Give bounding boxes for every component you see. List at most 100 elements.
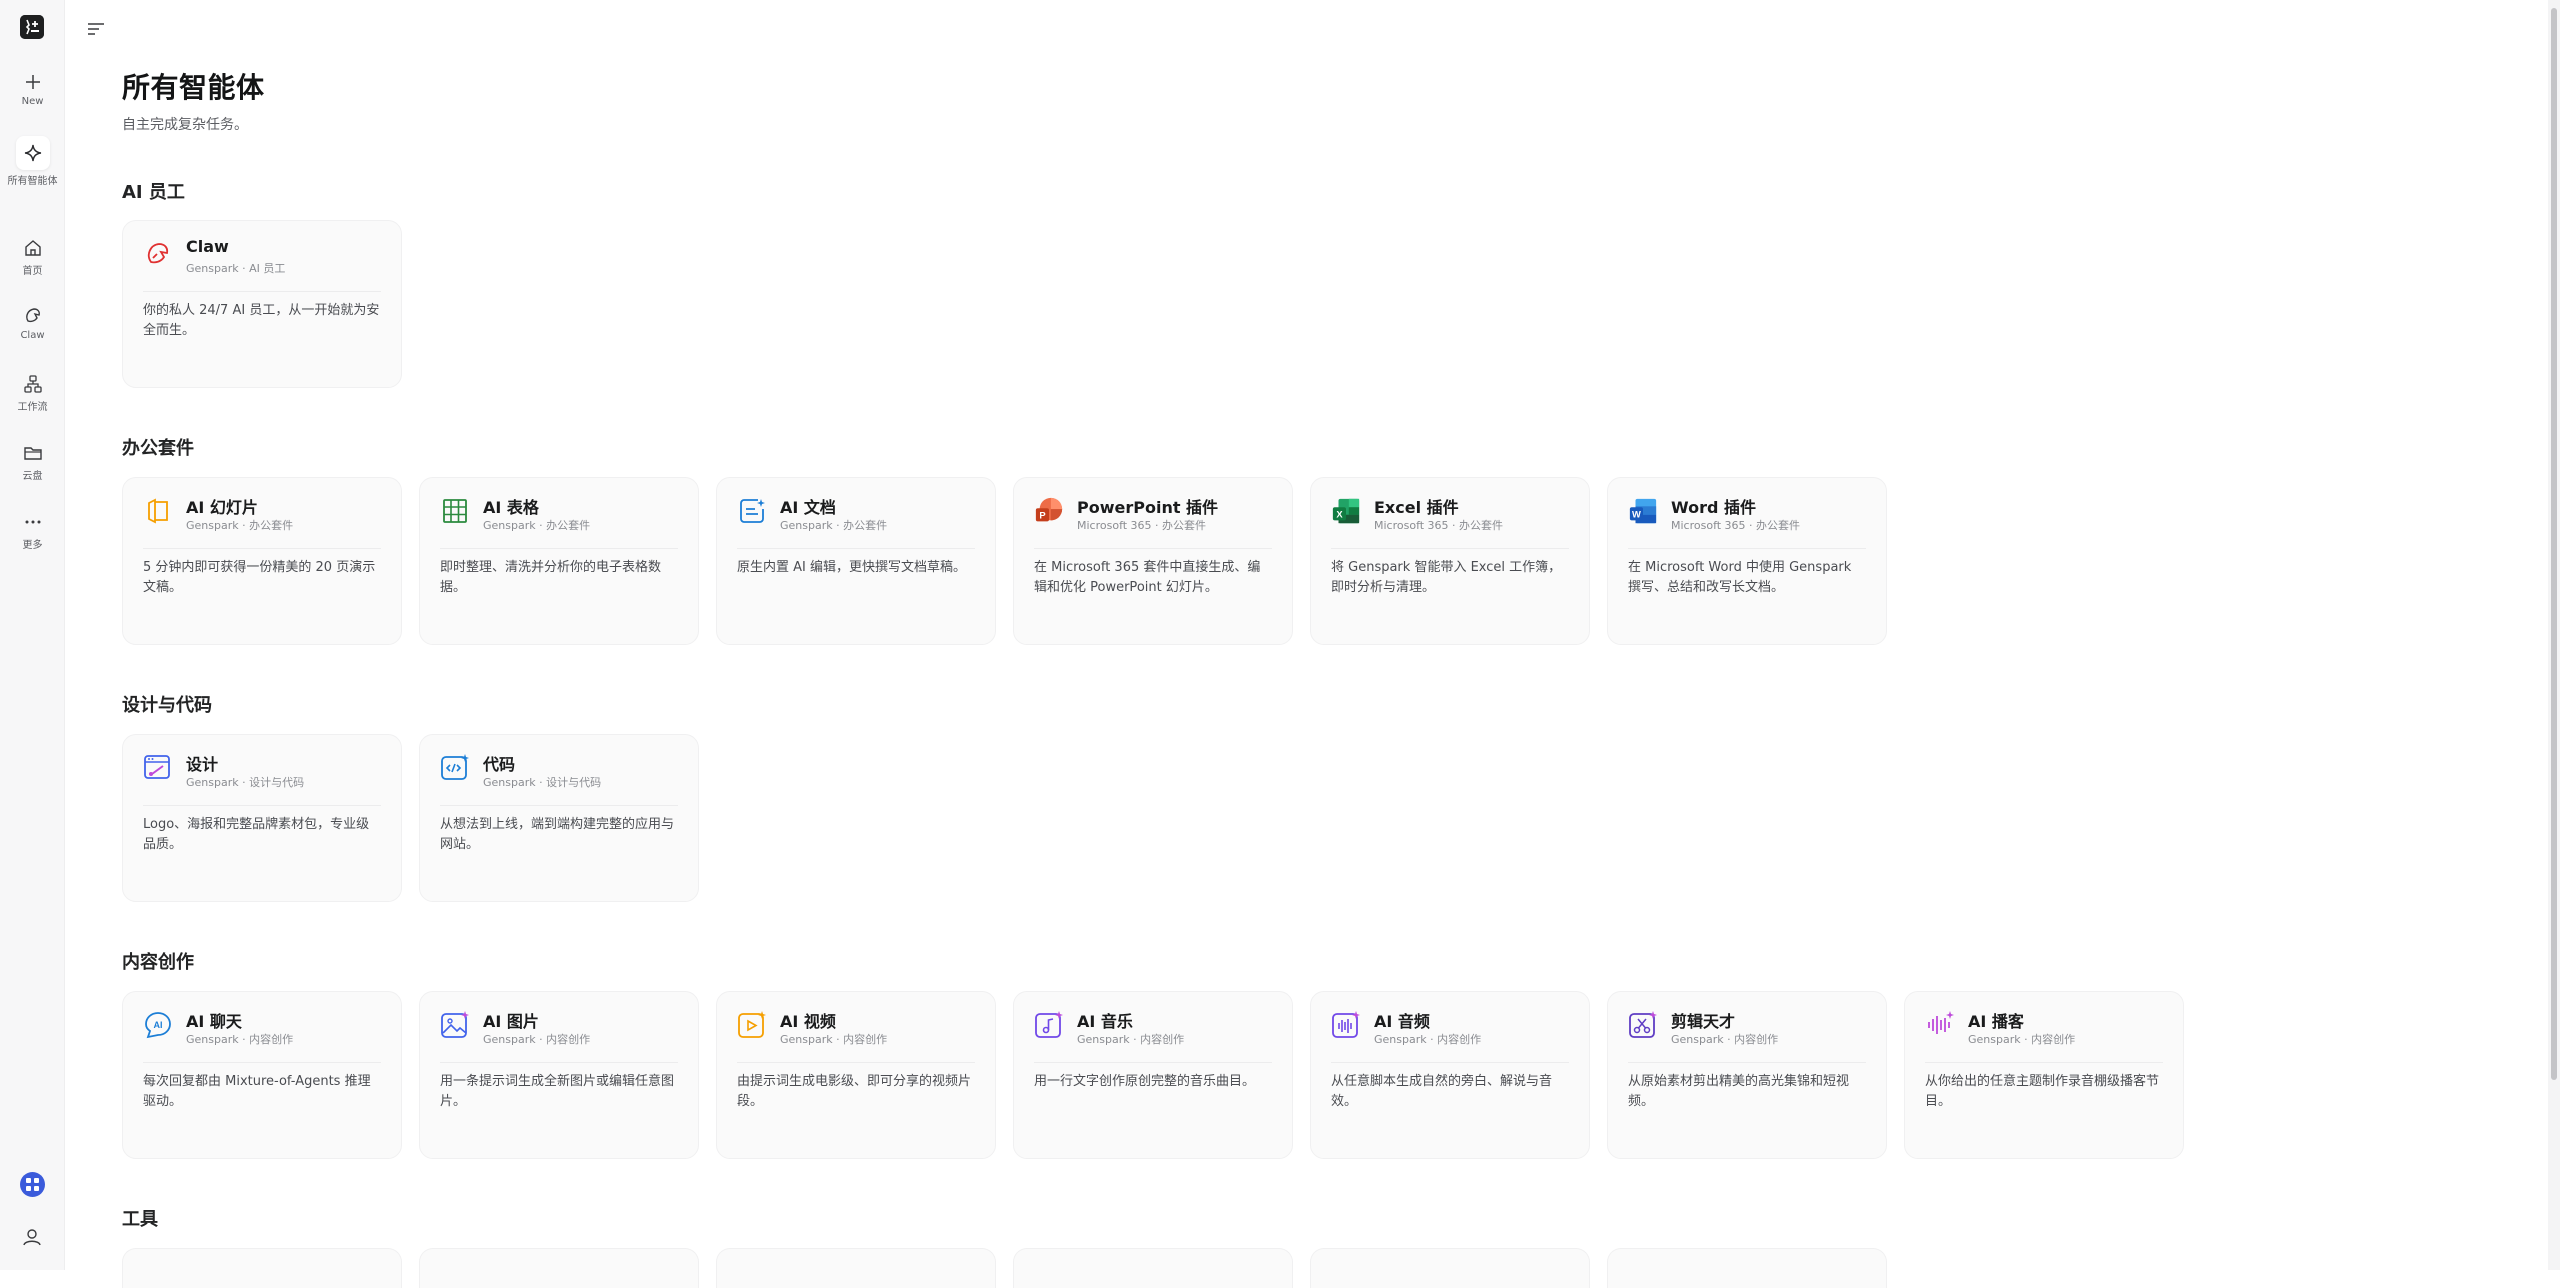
chat-icon: AI — [143, 1010, 173, 1040]
agent-card-ai-docs[interactable]: AI 文档 Genspark · 办公套件 原生内置 AI 编辑，更快撰写文档草… — [716, 477, 996, 645]
card-description: 从原始素材剪出精美的高光集锦和短视频。 — [1628, 1074, 1850, 1109]
card-description: 每次回复都由 Mixture-of-Agents 推理驱动。 — [143, 1074, 371, 1109]
card-description: 用一条提示词生成全新图片或编辑任意图片。 — [440, 1074, 675, 1109]
card-divider — [1034, 1062, 1272, 1063]
tool-card[interactable] — [1607, 1248, 1887, 1288]
word-icon: W — [1628, 496, 1658, 526]
card-title: AI 幻灯片 — [186, 498, 258, 517]
main-content: 所有智能体 自主完成复杂任务。 AI 员工 Claw Genspark · AI… — [122, 0, 2522, 1288]
tool-card[interactable] — [716, 1248, 996, 1288]
podcast-icon — [1925, 1010, 1955, 1040]
sidebar-item-label: 云盘 — [22, 471, 43, 482]
sidebar-item-more[interactable]: 更多 — [0, 512, 65, 551]
tool-card[interactable] — [1013, 1248, 1293, 1288]
sidebar-item-label: 工作流 — [17, 402, 48, 413]
agent-card-excel-plugin[interactable]: X Excel 插件 Microsoft 365 · 办公套件 将 Genspa… — [1310, 477, 1590, 645]
tool-card[interactable] — [419, 1248, 699, 1288]
card-divider — [143, 805, 381, 806]
apps-grid-button[interactable] — [20, 1172, 45, 1197]
design-icon — [143, 753, 173, 783]
card-title: Word 插件 — [1671, 498, 1756, 517]
card-subtitle: Genspark · 内容创作 — [483, 1033, 591, 1046]
card-subtitle: Genspark · 内容创作 — [1968, 1033, 2076, 1046]
agent-card-ai-sheets[interactable]: AI 表格 Genspark · 办公套件 即时整理、清洗并分析你的电子表格数据… — [419, 477, 699, 645]
page-subtitle: 自主完成复杂任务。 — [122, 117, 248, 133]
scrollbar[interactable] — [2548, 0, 2560, 1270]
menu-toggle-icon[interactable] — [87, 22, 105, 36]
sidebar-item-claw[interactable]: Claw — [0, 306, 65, 341]
card-description: 原生内置 AI 编辑，更快撰写文档草稿。 — [737, 560, 966, 575]
card-subtitle: Microsoft 365 · 办公套件 — [1671, 519, 1801, 532]
agent-card-ai-image[interactable]: AI 图片 Genspark · 内容创作 用一条提示词生成全新图片或编辑任意图… — [419, 991, 699, 1159]
agent-card-claw[interactable]: Claw Genspark · AI 员工 你的私人 24/7 AI 员工，从一… — [122, 220, 402, 388]
tool-card[interactable] — [1310, 1248, 1590, 1288]
sidebar-item-drive[interactable]: 云盘 — [0, 443, 65, 482]
agent-card-ai-video[interactable]: AI 视频 Genspark · 内容创作 由提示词生成电影级、即可分享的视频片… — [716, 991, 996, 1159]
section-title-ai-staff: AI 员工 — [122, 182, 185, 203]
card-title: AI 音乐 — [1077, 1012, 1133, 1031]
sidebar-item-label: 首页 — [22, 266, 43, 277]
agent-card-clip-genius[interactable]: 剪辑天才 Genspark · 内容创作 从原始素材剪出精美的高光集锦和短视频。 — [1607, 991, 1887, 1159]
agent-card-ai-audio[interactable]: AI 音频 Genspark · 内容创作 从任意脚本生成自然的旁白、解说与音效… — [1310, 991, 1590, 1159]
sidebar-item-agents[interactable]: 所有智能体 — [0, 136, 65, 187]
code-icon — [440, 753, 470, 783]
folder-icon — [23, 447, 42, 460]
card-title: AI 播客 — [1968, 1012, 2024, 1031]
card-subtitle: Genspark · AI 员工 — [186, 262, 286, 275]
scrollbar-thumb[interactable] — [2551, 8, 2557, 1080]
card-description: 由提示词生成电影级、即可分享的视频片段。 — [737, 1074, 972, 1109]
sidebar-item-label: New — [21, 96, 44, 107]
card-title: AI 文档 — [780, 498, 836, 517]
claw-icon — [143, 239, 173, 269]
sidebar-item-label: Claw — [20, 330, 45, 341]
card-subtitle: Genspark · 内容创作 — [1077, 1033, 1185, 1046]
sidebar-item-home[interactable]: 首页 — [0, 238, 65, 277]
card-divider — [1925, 1062, 2163, 1063]
genspark-logo[interactable] — [20, 15, 44, 39]
card-title: AI 聊天 — [186, 1012, 242, 1031]
card-title: Excel 插件 — [1374, 498, 1459, 517]
tool-card[interactable] — [122, 1248, 402, 1288]
card-divider — [1034, 548, 1272, 549]
agent-card-code[interactable]: 代码 Genspark · 设计与代码 从想法到上线，端到端构建完整的应用与网站… — [419, 734, 699, 902]
card-subtitle: Microsoft 365 · 办公套件 — [1077, 519, 1207, 532]
workflow-icon — [23, 375, 42, 393]
card-description: 在 Microsoft 365 套件中直接生成、编辑和优化 PowerPoint… — [1034, 560, 1261, 595]
card-title: 代码 — [483, 755, 516, 774]
card-divider — [440, 1062, 678, 1063]
agent-card-design[interactable]: 设计 Genspark · 设计与代码 Logo、海报和完整品牌素材包，专业级品… — [122, 734, 402, 902]
sidebar-item-label: 更多 — [22, 540, 43, 551]
card-divider — [143, 548, 381, 549]
agent-card-word-plugin[interactable]: W Word 插件 Microsoft 365 · 办公套件 在 Microso… — [1607, 477, 1887, 645]
svg-text:X: X — [1336, 510, 1343, 520]
more-dots-icon — [25, 520, 40, 524]
clip-icon — [1628, 1010, 1658, 1040]
logo-icon — [20, 15, 44, 39]
card-divider — [143, 291, 381, 292]
card-divider — [1628, 1062, 1866, 1063]
card-title: AI 图片 — [483, 1012, 539, 1031]
section-title-design: 设计与代码 — [122, 695, 212, 716]
card-title: PowerPoint 插件 — [1077, 498, 1219, 517]
user-icon[interactable] — [22, 1227, 42, 1247]
card-description: 从想法到上线，端到端构建完整的应用与网站。 — [440, 817, 675, 852]
agent-card-powerpoint-plugin[interactable]: P PowerPoint 插件 Microsoft 365 · 办公套件 在 M… — [1013, 477, 1293, 645]
card-title: 设计 — [186, 755, 219, 774]
card-divider — [1331, 1062, 1569, 1063]
sidebar-item-new[interactable]: New — [0, 72, 65, 107]
card-description: 你的私人 24/7 AI 员工，从一开始就为安全而生。 — [143, 303, 380, 338]
svg-text:P: P — [1039, 511, 1045, 521]
agent-card-ai-podcast[interactable]: AI 播客 Genspark · 内容创作 从你给出的任意主题制作录音棚级播客节… — [1904, 991, 2184, 1159]
card-title: AI 表格 — [483, 498, 539, 517]
section-title-content: 内容创作 — [122, 952, 194, 973]
sheets-icon — [440, 496, 470, 526]
agent-card-ai-slides[interactable]: AI 幻灯片 Genspark · 办公套件 5 分钟内即可获得一份精美的 20… — [122, 477, 402, 645]
agent-card-ai-music[interactable]: AI 音乐 Genspark · 内容创作 用一行文字创作原创完整的音乐曲目。 — [1013, 991, 1293, 1159]
card-divider — [1331, 548, 1569, 549]
audio-icon — [1331, 1010, 1361, 1040]
card-subtitle: Genspark · 内容创作 — [780, 1033, 888, 1046]
sidebar-item-workflow[interactable]: 工作流 — [0, 374, 65, 413]
sidebar: New 所有智能体 首页 Claw 工作流 云盘 更多 — [0, 0, 65, 1270]
excel-icon: X — [1331, 496, 1361, 526]
agent-card-ai-chat[interactable]: AI AI 聊天 Genspark · 内容创作 每次回复都由 Mixture-… — [122, 991, 402, 1159]
